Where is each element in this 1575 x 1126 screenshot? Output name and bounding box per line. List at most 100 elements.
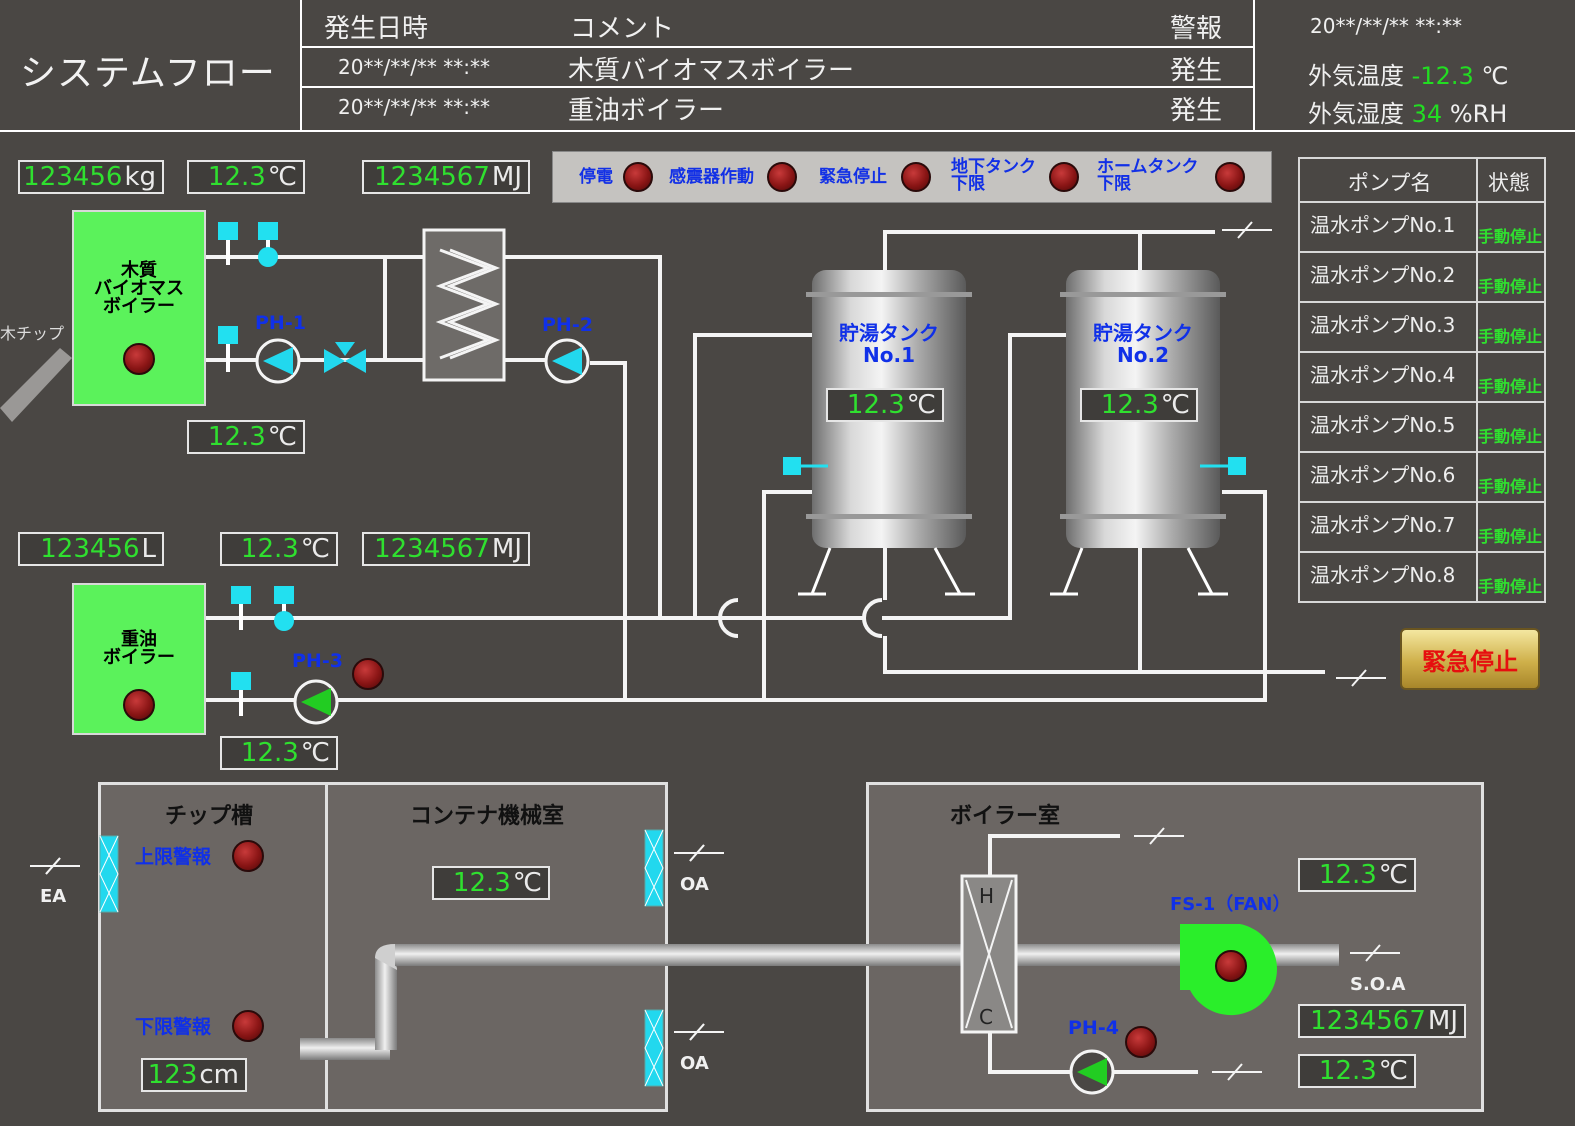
biomass-boiler[interactable]: 木質 バイオマス ボイラー [72, 210, 206, 406]
tank-1-temp-value: 12.3 [846, 390, 905, 420]
biomass-energy-unit: MJ [491, 162, 522, 192]
header-divider [0, 130, 1575, 132]
heat-exchanger [422, 228, 506, 382]
biomass-weight-value: 123456 [23, 162, 123, 192]
status-seismic-label: 感震器作動 [669, 167, 754, 187]
container-room-title: コンテナ機械室 [410, 804, 565, 829]
pump-row-state: 手動停止 [1478, 577, 1543, 596]
alarm-row-line-1 [302, 46, 1253, 48]
status-home-tank-lamp [1215, 162, 1245, 192]
pump-row[interactable]: 温水ポンプNo.5 手動停止 [1300, 401, 1544, 451]
pump-ph2-label: PH-2 [542, 314, 593, 336]
pump-row[interactable]: 温水ポンプNo.8 手動停止 [1300, 551, 1544, 601]
emergency-stop-button[interactable]: 緊急停止 [1400, 628, 1540, 690]
outdoor-temp-label: 外気温度 [1308, 62, 1404, 90]
container-temp-box: 12.3 ℃ [432, 866, 550, 900]
chip-level-unit: cm [199, 1060, 239, 1090]
boiler-room-title: ボイラー室 [950, 804, 1061, 829]
pump-row-name: 温水ポンプNo.5 [1310, 413, 1456, 437]
hx-h-label: H [979, 884, 995, 908]
oil-boiler-lamp [123, 689, 155, 721]
pump-row-name: 温水ポンプNo.6 [1310, 463, 1456, 487]
alarm-2-comment[interactable]: 重油ボイラー [568, 90, 724, 127]
oil-boiler-label: 重油 ボイラー [103, 629, 175, 668]
outdoor-temp: 外気温度 -12.3 ℃ [1308, 56, 1508, 91]
pump-table-header-state: 状態 [1488, 171, 1530, 195]
tank-2-temp-value: 12.3 [1100, 390, 1159, 420]
status-power-failure-label: 停電 [579, 167, 613, 187]
pump-ph3-symbol[interactable] [293, 679, 339, 725]
fan-fs1-label: FS-1（FAN） [1170, 894, 1291, 915]
hx-c-label: C [979, 1005, 993, 1029]
current-datetime: 20**/**/** **:** [1310, 14, 1463, 38]
pump-row-name: 温水ポンプNo.2 [1310, 263, 1456, 287]
oil-temp-box: 12.3 ℃ [220, 532, 338, 566]
chip-lower-alarm-lamp [232, 1010, 264, 1042]
pump-row[interactable]: 温水ポンプNo.7 手動停止 [1300, 501, 1544, 551]
outdoor-temp-value: -12.3 [1411, 62, 1474, 90]
ea-label: EA [40, 886, 67, 907]
tank-1-label: 貯湯タンク No.1 [839, 321, 939, 367]
pump-ph4-label: PH-4 [1068, 1017, 1119, 1039]
boiler-room-temp2-box: 12.3 ℃ [1298, 1054, 1416, 1088]
biomass-boiler-lamp [123, 343, 155, 375]
alarm-2-status: 発生 [1170, 96, 1223, 126]
pump-row-name: 温水ポンプNo.7 [1310, 513, 1456, 537]
container-room [325, 782, 668, 1112]
pump-ph3-label: PH-3 [292, 650, 343, 672]
container-temp-value: 12.3 [452, 868, 511, 898]
boiler-room-temp2-value: 12.3 [1318, 1056, 1377, 1086]
tank-2-label: 貯湯タンク No.2 [1093, 321, 1193, 367]
oil-return-temp-box: 12.3 ℃ [220, 736, 338, 770]
pump-row-name: 温水ポンプNo.4 [1310, 363, 1456, 387]
pump-row-name: 温水ポンプNo.8 [1310, 563, 1456, 587]
oil-return-temp-value: 12.3 [240, 738, 299, 768]
valve-symbol[interactable] [324, 342, 366, 373]
alarm-1-status: 発生 [1170, 56, 1223, 86]
alarm-col-alarm: 警報 [1170, 14, 1223, 44]
boiler-room-energy-box: 1234567 MJ [1298, 1004, 1466, 1038]
alarm-1-date: 20**/**/** **:** [338, 55, 491, 79]
biomass-energy-value: 1234567 [374, 162, 490, 192]
chip-conveyor [0, 348, 72, 422]
pump-row-state: 手動停止 [1478, 377, 1543, 396]
biomass-weight-box: 123456 kg [18, 160, 164, 194]
status-power-failure-lamp [623, 162, 653, 192]
outdoor-humidity-label: 外気湿度 [1308, 100, 1404, 128]
status-home-tank-label: ホームタンク 下限 [1097, 157, 1199, 194]
pump-row-state: 手動停止 [1478, 527, 1543, 546]
pump-row[interactable]: 温水ポンプNo.6 手動停止 [1300, 451, 1544, 501]
pump-row[interactable]: 温水ポンプNo.3 手動停止 [1300, 301, 1544, 351]
pump-row-state: 手動停止 [1478, 227, 1543, 246]
status-underground-tank-label: 地下タンク 下限 [951, 157, 1036, 194]
oil-boiler[interactable]: 重油 ボイラー [72, 583, 206, 735]
pump-row[interactable]: 温水ポンプNo.1 手動停止 [1300, 201, 1544, 251]
oil-temp-value: 12.3 [240, 534, 299, 564]
pump-row-state: 手動停止 [1478, 427, 1543, 446]
boiler-room-temp2-unit: ℃ [1378, 1056, 1408, 1086]
biomass-return-temp-value: 12.3 [207, 422, 266, 452]
chip-level-box: 123 cm [141, 1058, 247, 1092]
status-emergency-label: 緊急停止 [819, 167, 887, 187]
oil-volume-box: 123456 L [18, 532, 164, 566]
biomass-return-temp-unit: ℃ [267, 422, 297, 452]
biomass-energy-box: 1234567 MJ [362, 160, 530, 194]
chip-lower-alarm-label: 下限警報 [135, 1016, 212, 1038]
status-panel: 停電 感震器作動 緊急停止 地下タンク 下限 ホームタンク 下限 [552, 151, 1272, 203]
boiler-room-temp1-box: 12.3 ℃ [1298, 858, 1416, 892]
biomass-weight-unit: kg [124, 162, 156, 192]
tank-1-temp-box: 12.3 ℃ [826, 388, 944, 422]
pump-row-state: 手動停止 [1478, 327, 1543, 346]
pump-row[interactable]: 温水ポンプNo.4 手動停止 [1300, 351, 1544, 401]
status-emergency-lamp [901, 162, 931, 192]
biomass-temp-box: 12.3 ℃ [187, 160, 305, 194]
pump-ph1-symbol[interactable] [255, 338, 301, 384]
header-sep-1 [300, 0, 302, 131]
alarm-1-comment[interactable]: 木質バイオマスボイラー [568, 50, 854, 87]
tank-2-temp-unit: ℃ [1160, 390, 1190, 420]
pump-row[interactable]: 温水ポンプNo.2 手動停止 [1300, 251, 1544, 301]
status-underground-tank-lamp [1049, 162, 1079, 192]
oil-energy-unit: MJ [491, 534, 522, 564]
biomass-return-temp-box: 12.3 ℃ [187, 420, 305, 454]
pump-ph2-symbol[interactable] [544, 338, 590, 384]
